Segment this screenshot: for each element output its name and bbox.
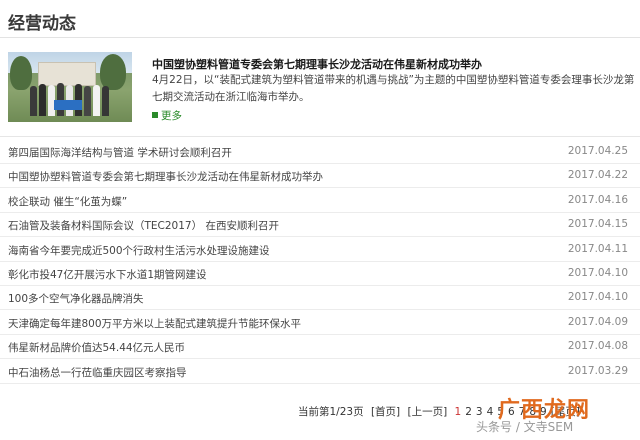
more-label: 更多 — [161, 110, 182, 122]
page-status: 当前第1/23页 — [298, 406, 364, 418]
news-row[interactable]: 伟星新材品牌价值达54.44亿元人民币 2017.04.08 — [0, 335, 640, 360]
news-title[interactable]: 中国塑协塑料管道专委会第七期理事长沙龙活动在伟星新材成功举办 — [8, 169, 323, 184]
featured-description: 4月22日，以“装配式建筑为塑料管道带来的机遇与挑战”为主题的中国塑协塑料管道专… — [152, 74, 635, 103]
news-row[interactable]: 校企联动 催生“化茧为蝶” 2017.04.16 — [0, 189, 640, 213]
watermark-source: 头条号 / 文寺SEM — [476, 420, 574, 434]
news-title[interactable]: 天津确定每年建800万平方米以上装配式建筑提升节能环保水平 — [8, 316, 301, 331]
first-page-link[interactable]: [首页] — [371, 406, 400, 418]
news-title[interactable]: 中石油杨总一行莅临重庆园区考察指导 — [8, 365, 187, 380]
news-row[interactable]: 石油管及装备材料国际会议（TEC2017） 在西安顺利召开 2017.04.15 — [0, 213, 640, 238]
news-row[interactable]: 中石油杨总一行莅临重庆园区考察指导 2017.03.29 — [0, 360, 640, 384]
divider — [0, 136, 640, 137]
news-title[interactable]: 彰化市投47亿开展污水下水道1期管网建设 — [8, 267, 207, 282]
news-row[interactable]: 天津确定每年建800万平方米以上装配式建筑提升节能环保水平 2017.04.09 — [0, 311, 640, 335]
news-date: 2017.04.22 — [567, 169, 628, 182]
news-row[interactable]: 彰化市投47亿开展污水下水道1期管网建设 2017.04.10 — [0, 262, 640, 286]
featured-title[interactable]: 中国塑协塑料管道专委会第七期理事长沙龙活动在伟星新材成功举办 — [152, 56, 482, 72]
news-date: 2017.03.29 — [567, 364, 628, 377]
news-date: 2017.04.09 — [567, 315, 628, 328]
news-row[interactable]: 100多个空气净化器品牌消失 2017.04.10 — [0, 286, 640, 311]
more-link[interactable]: 更多 — [152, 108, 182, 123]
news-row[interactable]: 第四届国际海洋结构与管道 学术研讨会顺利召开 2017.04.25 — [0, 140, 640, 164]
news-row[interactable]: 海南省今年要完成近500个行政村生活污水处理设施建设 2017.04.11 — [0, 238, 640, 262]
banner-shape — [54, 100, 82, 110]
prev-page-link[interactable]: [上一页] — [407, 406, 447, 418]
news-date: 2017.04.16 — [567, 193, 628, 206]
news-title[interactable]: 海南省今年要完成近500个行政村生活污水处理设施建设 — [8, 243, 270, 258]
section-title: 经营动态 — [8, 14, 76, 34]
watermark: 广西龙网 头条号 / 文寺SEM — [476, 392, 640, 440]
featured-news: 中国塑协塑料管道专委会第七期理事长沙龙活动在伟星新材成功举办 4月22日，以“装… — [8, 52, 638, 124]
news-title[interactable]: 校企联动 催生“化茧为蝶” — [8, 194, 127, 209]
news-title[interactable]: 伟星新材品牌价值达54.44亿元人民币 — [8, 340, 185, 355]
news-date: 2017.04.10 — [567, 291, 628, 304]
bullet-square-icon — [152, 112, 158, 118]
news-date: 2017.04.10 — [567, 267, 628, 279]
news-row[interactable]: 中国塑协塑料管道专委会第七期理事长沙龙活动在伟星新材成功举办 2017.04.22 — [0, 164, 640, 189]
news-title[interactable]: 第四届国际海洋结构与管道 学术研讨会顺利召开 — [8, 145, 232, 160]
section-header: 经营动态 — [0, 0, 640, 38]
news-date: 2017.04.08 — [567, 340, 628, 353]
news-title[interactable]: 石油管及装备材料国际会议（TEC2017） 在西安顺利召开 — [8, 218, 279, 233]
news-date: 2017.04.25 — [567, 145, 628, 157]
page-number-link[interactable]: 2 — [465, 406, 472, 418]
news-date: 2017.04.11 — [567, 242, 628, 255]
news-date: 2017.04.15 — [567, 218, 628, 231]
news-title[interactable]: 100多个空气净化器品牌消失 — [8, 291, 144, 306]
featured-thumbnail[interactable] — [8, 52, 132, 122]
page-number-link[interactable]: 1 — [455, 406, 462, 418]
